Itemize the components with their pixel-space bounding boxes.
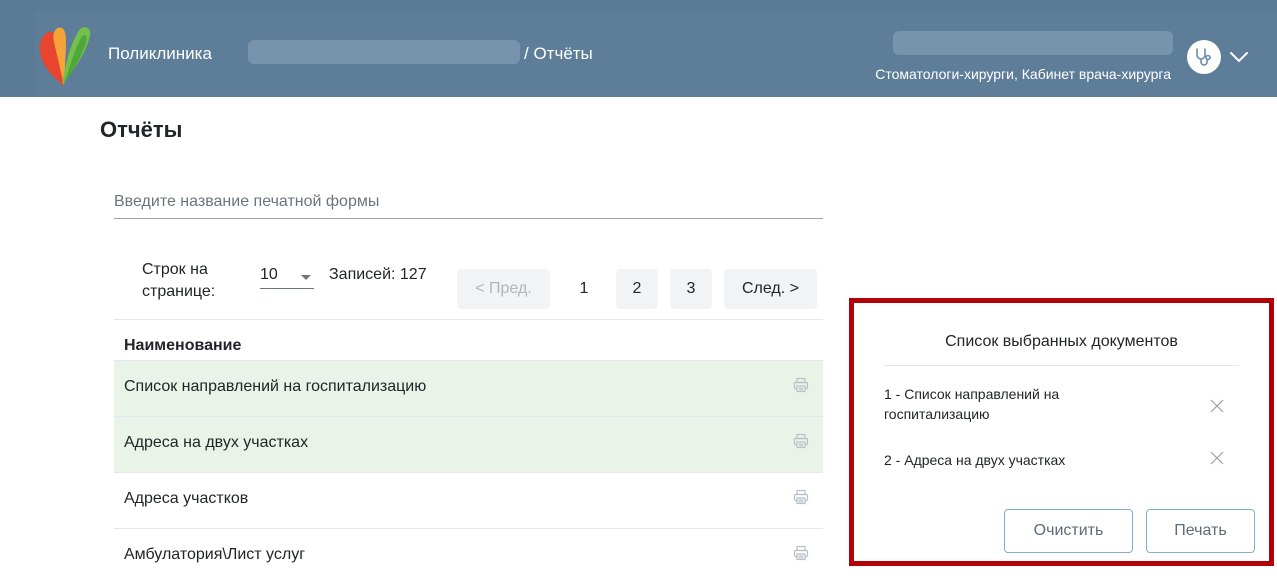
records-count: 127 — [399, 266, 427, 283]
user-name-redacted — [893, 31, 1173, 55]
printer-icon[interactable] — [793, 489, 809, 505]
printer-icon[interactable] — [793, 377, 809, 393]
page-3-button[interactable]: 3 — [670, 269, 712, 309]
records-label: Записей: — [329, 266, 396, 283]
search-input[interactable] — [114, 186, 823, 219]
panel-title: Список выбранных документов — [945, 333, 1178, 350]
avatar[interactable] — [1187, 40, 1221, 74]
column-header-name: Наименование — [124, 337, 242, 354]
rows-per-page-select[interactable]: 10 — [260, 266, 314, 289]
clear-button[interactable]: Очистить — [1004, 509, 1133, 553]
printer-icon[interactable] — [793, 433, 809, 449]
row-name: Адреса на двух участках — [124, 434, 309, 451]
table-row[interactable]: Адреса на двух участках — [114, 416, 823, 473]
close-icon[interactable] — [1210, 399, 1224, 413]
caret-down-icon — [301, 275, 311, 280]
printer-icon[interactable] — [793, 545, 809, 561]
page-title: Отчёты — [100, 117, 183, 142]
row-name: Список направлений на госпитализацию — [124, 378, 427, 395]
logo-icon — [39, 27, 91, 86]
row-name: Адреса участков — [124, 490, 249, 507]
rows-per-page-value: 10 — [260, 266, 278, 283]
selected-doc-item: 1 - Список направлений на госпитализацию — [884, 386, 1060, 422]
breadcrumb[interactable]: / Отчёты — [524, 44, 593, 64]
selected-documents-panel: Список выбранных документов 1 - Список н… — [849, 298, 1274, 566]
table-divider — [114, 319, 823, 320]
table-row[interactable]: Амбулатория\Лист услуг — [114, 528, 823, 585]
table-row[interactable]: Список направлений на госпитализацию — [114, 360, 823, 417]
next-page-button[interactable]: След. > — [724, 269, 817, 309]
prev-page-button[interactable]: < Пред. — [457, 269, 550, 309]
clinic-name-redacted — [248, 40, 520, 64]
table-row[interactable]: Адреса участков — [114, 472, 823, 529]
row-name: Амбулатория\Лист услуг — [124, 546, 306, 563]
stethoscope-icon — [1196, 48, 1211, 66]
page-2-button[interactable]: 2 — [616, 269, 658, 309]
clinic-label: Поликлиника — [108, 44, 212, 63]
print-button[interactable]: Печать — [1146, 509, 1255, 553]
chevron-down-icon[interactable] — [1228, 48, 1250, 66]
panel-divider — [884, 365, 1239, 366]
records-total: Записей: 127 — [329, 266, 427, 284]
page-1-button[interactable]: 1 — [562, 269, 606, 309]
selected-doc-item: 2 - Адреса на двух участках — [884, 452, 1066, 468]
close-icon[interactable] — [1210, 451, 1224, 465]
top-bar: Поликлиника / Отчёты Стоматологи-хирурги… — [0, 0, 1277, 97]
rows-per-page-label: Строк на странице: — [142, 261, 216, 300]
user-specialty: Стоматологи-хирурги, Кабинет врача-хирур… — [875, 66, 1171, 82]
